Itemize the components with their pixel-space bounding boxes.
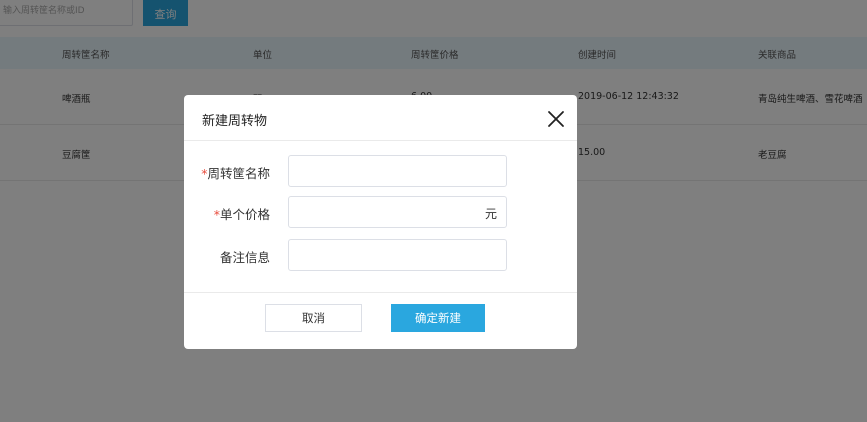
cancel-button[interactable]: 取消 <box>265 304 362 332</box>
field-label: *单个价格 <box>213 207 270 222</box>
form-row-basket-name: *周转筐名称 <box>184 155 577 187</box>
currency-suffix: 元 <box>485 207 498 221</box>
dialog-header: 新建周转物 <box>184 95 577 141</box>
remark-input[interactable] <box>288 239 507 271</box>
basket-name-input[interactable] <box>288 155 507 187</box>
field-label: *周转筐名称 <box>201 166 270 181</box>
close-icon[interactable] <box>545 108 567 130</box>
create-dialog: 新建周转物 *周转筐名称 *单个价格 元 备注信息 取消 确定新建 <box>184 95 577 349</box>
form-row-remark: 备注信息 <box>184 239 577 271</box>
dialog-footer: 取消 确定新建 <box>184 292 577 349</box>
form-row-unit-price: *单个价格 元 <box>184 196 577 228</box>
unit-price-input[interactable] <box>288 196 507 228</box>
dialog-title: 新建周转物 <box>202 114 268 129</box>
field-label: 备注信息 <box>219 250 270 265</box>
confirm-create-button[interactable]: 确定新建 <box>391 304 485 332</box>
